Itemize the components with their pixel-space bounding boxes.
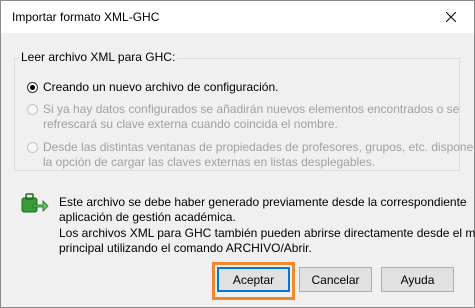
radio-new-file[interactable] [27, 82, 38, 93]
title-bar[interactable]: Importar formato XML-GHC [1, 1, 474, 33]
option-merge-data[interactable]: Si ya hay datos configurados se añadirán… [27, 102, 459, 132]
dialog-title: Importar formato XML-GHC [12, 10, 160, 24]
option-new-file-label: Creando un nuevo archivo de configuració… [43, 80, 279, 94]
info-text-open-directly: Los archivos XML para GHC también pueden… [59, 226, 475, 255]
option-load-keys[interactable]: Desde las distintas ventanas de propieda… [27, 140, 475, 170]
radio-load-keys[interactable] [27, 142, 38, 153]
import-arrow-icon [21, 193, 49, 213]
option-new-file[interactable]: Creando un nuevo archivo de configuració… [27, 80, 279, 95]
close-button[interactable] [428, 1, 474, 33]
cancel-button[interactable]: Cancelar [299, 267, 372, 292]
close-icon [446, 12, 456, 22]
option-load-keys-label: Desde las distintas ventanas de propieda… [43, 140, 475, 169]
radio-merge-data[interactable] [27, 104, 38, 115]
dialog-window: Importar formato XML-GHC Leer archivo XM… [0, 0, 475, 308]
info-text-generation: Este archivo se debe haber generado prev… [59, 195, 467, 224]
group-legend: Leer archivo XML para GHC: [19, 50, 178, 64]
help-button[interactable]: Ayuda [381, 267, 454, 292]
accept-button[interactable]: Aceptar [217, 267, 290, 292]
option-merge-data-label: Si ya hay datos configurados se añadirán… [43, 102, 460, 131]
